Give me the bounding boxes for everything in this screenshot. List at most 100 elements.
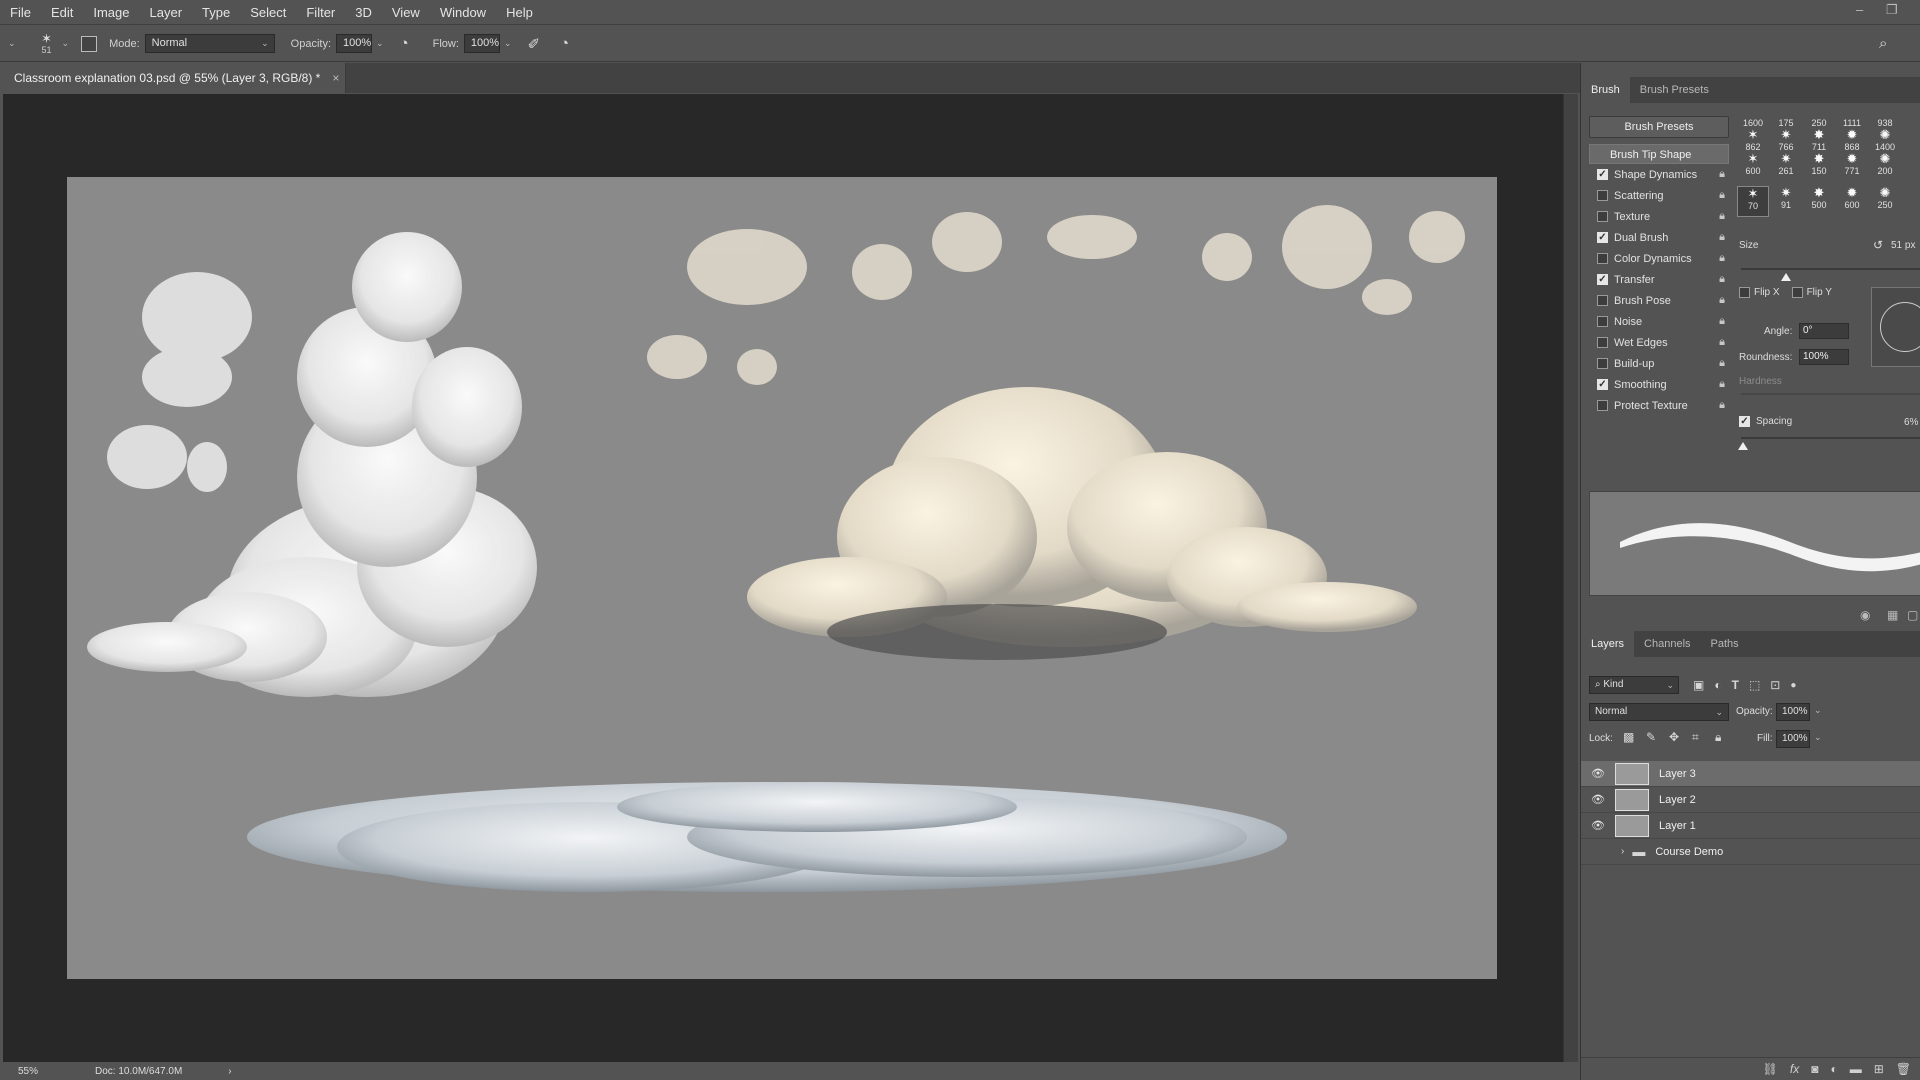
brush-option-row[interactable]: Protect Texture 🔒︎ <box>1589 395 1729 416</box>
lock-paint-icon[interactable]: ✎ <box>1646 730 1656 744</box>
menu-help[interactable]: Help <box>496 0 543 25</box>
size-value[interactable]: 51 px <box>1891 240 1920 251</box>
lock-icon[interactable]: 🔒︎ <box>1719 252 1725 265</box>
brush-tip-cell[interactable]: ✷ 91 <box>1770 186 1802 217</box>
brush-option-row[interactable]: ✓ Dual Brush 🔒︎ <box>1589 227 1729 248</box>
layer-row[interactable]: 👁︎ Layer 3 <box>1581 761 1920 787</box>
layer-row[interactable]: 👁︎ Layer 1 <box>1581 813 1920 839</box>
fill-chevron-icon[interactable]: ⌄ <box>1814 732 1822 743</box>
tab-layers[interactable]: Layers <box>1581 631 1635 657</box>
brush-panel-toggle-icon[interactable] <box>81 35 98 52</box>
brush-option-row[interactable]: Wet Edges 🔒︎ <box>1589 332 1729 353</box>
menu-window[interactable]: Window <box>430 0 496 25</box>
mode-select[interactable]: Normal ⌄ <box>144 34 275 53</box>
brush-presets-button[interactable]: Brush Presets <box>1589 116 1729 138</box>
brush-option-row[interactable]: Color Dynamics 🔒︎ <box>1589 248 1729 269</box>
brush-picker-chevron-icon[interactable]: ⌄ <box>62 38 70 49</box>
menu-3d[interactable]: 3D <box>345 0 382 25</box>
tab-brush[interactable]: Brush <box>1581 77 1630 103</box>
layer-group-row[interactable]: › ▬ Course Demo <box>1581 839 1920 865</box>
flip-y-checkbox[interactable] <box>1791 287 1803 298</box>
spacing-value[interactable]: 6% <box>1904 417 1918 428</box>
brush-option-checkbox[interactable] <box>1597 253 1608 264</box>
lock-icon[interactable]: 🔒︎ <box>1719 357 1725 370</box>
menu-select[interactable]: Select <box>240 0 296 25</box>
lock-icon[interactable]: 🔒︎ <box>1719 294 1725 307</box>
filter-smartobject-icon[interactable]: ⊡ <box>1770 678 1780 692</box>
brush-option-checkbox[interactable]: ✓ <box>1597 379 1608 390</box>
tab-brush-presets[interactable]: Brush Presets <box>1630 77 1719 103</box>
reset-size-icon[interactable]: ↺ <box>1873 238 1883 252</box>
size-slider-track[interactable] <box>1741 268 1920 270</box>
brush-tip-cell[interactable]: 938 ✺ 1400 <box>1869 118 1901 152</box>
layer-kind-filter[interactable]: ⌕ Kind ⌄ <box>1589 676 1679 694</box>
brush-option-row[interactable]: Brush Pose 🔒︎ <box>1589 290 1729 311</box>
brush-tip-cell[interactable]: 250 ✸ 711 <box>1803 118 1835 152</box>
search-icon[interactable]: ⌕ <box>1879 35 1887 52</box>
flow-input[interactable]: 100% <box>463 34 500 53</box>
menu-view[interactable]: View <box>382 0 430 25</box>
brush-tip-cell[interactable]: ✺ 200 <box>1869 152 1901 183</box>
brush-tip-cell[interactable]: ✹ 771 <box>1836 152 1868 183</box>
lock-icon[interactable]: 🔒︎ <box>1719 399 1725 412</box>
roundness-input[interactable]: 100% <box>1799 349 1849 365</box>
lock-move-icon[interactable]: ✥ <box>1669 730 1679 744</box>
brush-option-checkbox[interactable] <box>1597 316 1608 327</box>
brush-tip-cell[interactable]: ✺ 250 <box>1869 186 1901 217</box>
lock-icon[interactable]: 🔒︎ <box>1719 210 1725 223</box>
menu-image[interactable]: Image <box>83 0 139 25</box>
brush-tip-cell[interactable]: ✸ 500 <box>1803 186 1835 217</box>
tab-channels[interactable]: Channels <box>1634 631 1700 657</box>
filter-pixel-icon[interactable]: ▣ <box>1693 678 1704 692</box>
brush-tip-cell[interactable]: ✸ 150 <box>1803 152 1835 183</box>
menu-edit[interactable]: Edit <box>41 0 83 25</box>
spacing-checkbox[interactable]: ✓ <box>1739 416 1750 427</box>
new-group-icon[interactable]: ▬ <box>1850 1062 1862 1076</box>
filter-type-icon[interactable]: T <box>1732 678 1739 692</box>
restore-icon[interactable]: ❐ <box>1886 2 1898 18</box>
layer-opacity-input[interactable]: 100% <box>1776 703 1810 721</box>
brush-option-row[interactable]: ✓ Shape Dynamics 🔒︎ <box>1589 164 1729 185</box>
lock-artboard-icon[interactable]: ⌗ <box>1692 730 1699 745</box>
visibility-eye-icon[interactable]: 👁︎ <box>1589 793 1607 806</box>
menu-type[interactable]: Type <box>192 0 240 25</box>
menu-layer[interactable]: Layer <box>140 0 193 25</box>
visibility-eye-icon[interactable]: 👁︎ <box>1589 767 1607 780</box>
opacity-chevron-icon[interactable]: ⌄ <box>376 38 384 49</box>
brush-tip-cell[interactable]: ✶ 70 <box>1737 186 1769 217</box>
layer-opacity-chevron-icon[interactable]: ⌄ <box>1814 705 1822 716</box>
brush-option-row[interactable]: Scattering 🔒︎ <box>1589 185 1729 206</box>
vertical-scrollbar[interactable] <box>1563 94 1578 1062</box>
angle-input[interactable]: 0° <box>1799 323 1849 339</box>
menu-filter[interactable]: Filter <box>296 0 345 25</box>
lock-icon[interactable]: 🔒︎ <box>1719 315 1725 328</box>
brush-option-row[interactable]: ✓ Smoothing 🔒︎ <box>1589 374 1729 395</box>
lock-icon[interactable]: 🔒︎ <box>1719 378 1725 391</box>
blend-mode-select[interactable]: Normal ⌄ <box>1589 703 1729 721</box>
brush-option-checkbox[interactable] <box>1597 358 1608 369</box>
brush-option-checkbox[interactable] <box>1597 211 1608 222</box>
brush-preset-picker[interactable]: ✶ 51 <box>38 32 56 55</box>
brush-option-checkbox[interactable] <box>1597 400 1608 411</box>
brush-tip-cell[interactable]: 1600 ✶ 862 <box>1737 118 1769 152</box>
menu-file[interactable]: File <box>0 0 41 25</box>
toggle-live-tip-icon[interactable]: ◉ <box>1860 608 1870 622</box>
lock-all-icon[interactable]: 🔒︎ <box>1715 730 1721 745</box>
brush-tip-cell[interactable]: ✷ 261 <box>1770 152 1802 183</box>
brush-tip-cell[interactable]: 1111 ✹ 868 <box>1836 118 1868 152</box>
link-layers-icon[interactable]: ⛓︎ <box>1763 1062 1778 1076</box>
zoom-level[interactable]: 55% <box>18 1066 38 1077</box>
lock-icon[interactable]: 🔒︎ <box>1719 336 1725 349</box>
brush-option-row[interactable]: Noise 🔒︎ <box>1589 311 1729 332</box>
lock-icon[interactable]: 🔒︎ <box>1719 231 1725 244</box>
tool-preset-chevron-icon[interactable]: ⌄ <box>8 38 16 49</box>
document-tab[interactable]: Classroom explanation 03.psd @ 55% (Laye… <box>0 63 346 93</box>
brush-option-row[interactable]: Build-up 🔒︎ <box>1589 353 1729 374</box>
add-mask-icon[interactable]: ◙ <box>1811 1062 1818 1076</box>
close-icon[interactable]: × <box>332 71 339 85</box>
layer-row[interactable]: 👁︎ Layer 2 <box>1581 787 1920 813</box>
brush-tip-cell[interactable]: ✹ 600 <box>1836 186 1868 217</box>
filter-toggle-icon[interactable]: ● <box>1790 680 1796 691</box>
fx-icon[interactable]: fx <box>1790 1062 1799 1076</box>
lock-icon[interactable]: 🔒︎ <box>1719 273 1725 286</box>
